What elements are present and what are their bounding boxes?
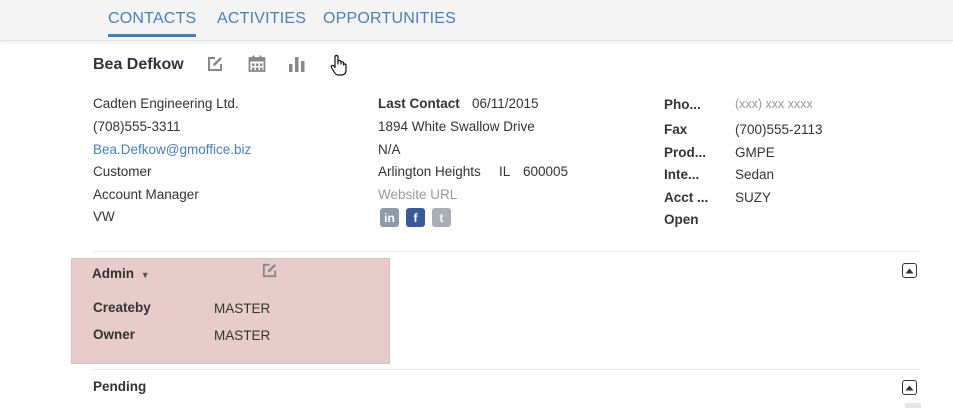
pending-title[interactable]: Pending xyxy=(93,379,146,394)
contact-title: Account Manager xyxy=(93,187,199,202)
interest-label: Inte... xyxy=(664,167,700,182)
section-divider xyxy=(93,251,920,252)
street-address: 1894 White Swallow Drive xyxy=(378,119,535,134)
owner-value: MASTER xyxy=(214,328,271,343)
city: Arlington Heights xyxy=(378,164,481,179)
product-label: Prod... xyxy=(664,145,707,160)
contact-code: VW xyxy=(93,209,115,224)
account-label: Acct ... xyxy=(664,190,709,205)
section-divider-2 xyxy=(93,369,920,370)
product-value: GMPE xyxy=(735,145,775,160)
state: IL xyxy=(499,164,511,179)
scrollbar[interactable] xyxy=(905,403,921,408)
phone-number: (708)555-3311 xyxy=(93,119,181,134)
company-name: Cadten Engineering Ltd. xyxy=(93,96,239,111)
calendar-icon[interactable] xyxy=(248,55,268,75)
interest-value: Sedan xyxy=(735,167,775,182)
account-value: SUZY xyxy=(735,190,772,205)
phone-field[interactable]: (xxx) xxx xxxx xyxy=(735,97,813,111)
email-link[interactable]: Bea.Defkow@gmoffice.biz xyxy=(93,142,251,157)
admin-collapse-icon[interactable] xyxy=(902,263,917,278)
createby-value: MASTER xyxy=(214,301,271,316)
website-url-field[interactable]: Website URL xyxy=(378,187,457,202)
admin-dropdown[interactable]: Admin ▼ xyxy=(92,266,150,281)
facebook-icon[interactable]: f xyxy=(406,208,425,227)
contact-type: Customer xyxy=(93,164,152,179)
admin-edit-icon[interactable] xyxy=(261,262,281,282)
last-contact-value: 06/11/2015 xyxy=(472,96,539,111)
fax-label: Fax xyxy=(664,122,688,137)
fax-value: (700)555-2113 xyxy=(735,122,823,137)
bar-chart-icon[interactable] xyxy=(288,55,308,75)
tab-opportunities[interactable]: OPPORTUNITIES xyxy=(323,10,456,28)
owner-label: Owner xyxy=(93,327,136,342)
pending-collapse-icon[interactable] xyxy=(902,380,917,395)
linkedin-icon[interactable]: in xyxy=(380,208,399,227)
hand-cursor-icon xyxy=(329,54,349,78)
tab-bar: CONTACTS ACTIVITIES OPPORTUNITIES xyxy=(0,0,953,41)
twitter-icon[interactable]: t xyxy=(432,208,451,227)
open-label: Open xyxy=(664,212,699,227)
tab-contacts[interactable]: CONTACTS xyxy=(108,10,197,37)
zip-code: 600005 xyxy=(523,164,569,179)
phone-label: Pho... xyxy=(664,97,701,112)
contact-name: Bea Defkow xyxy=(93,56,184,73)
tab-activities[interactable]: ACTIVITIES xyxy=(217,10,306,28)
last-contact-label: Last Contact xyxy=(378,96,460,111)
edit-icon[interactable] xyxy=(206,55,226,75)
admin-title: Admin xyxy=(92,266,134,281)
address-line-2: N/A xyxy=(378,142,401,157)
caret-down-icon: ▼ xyxy=(140,270,150,280)
createby-label: Createby xyxy=(93,300,151,315)
